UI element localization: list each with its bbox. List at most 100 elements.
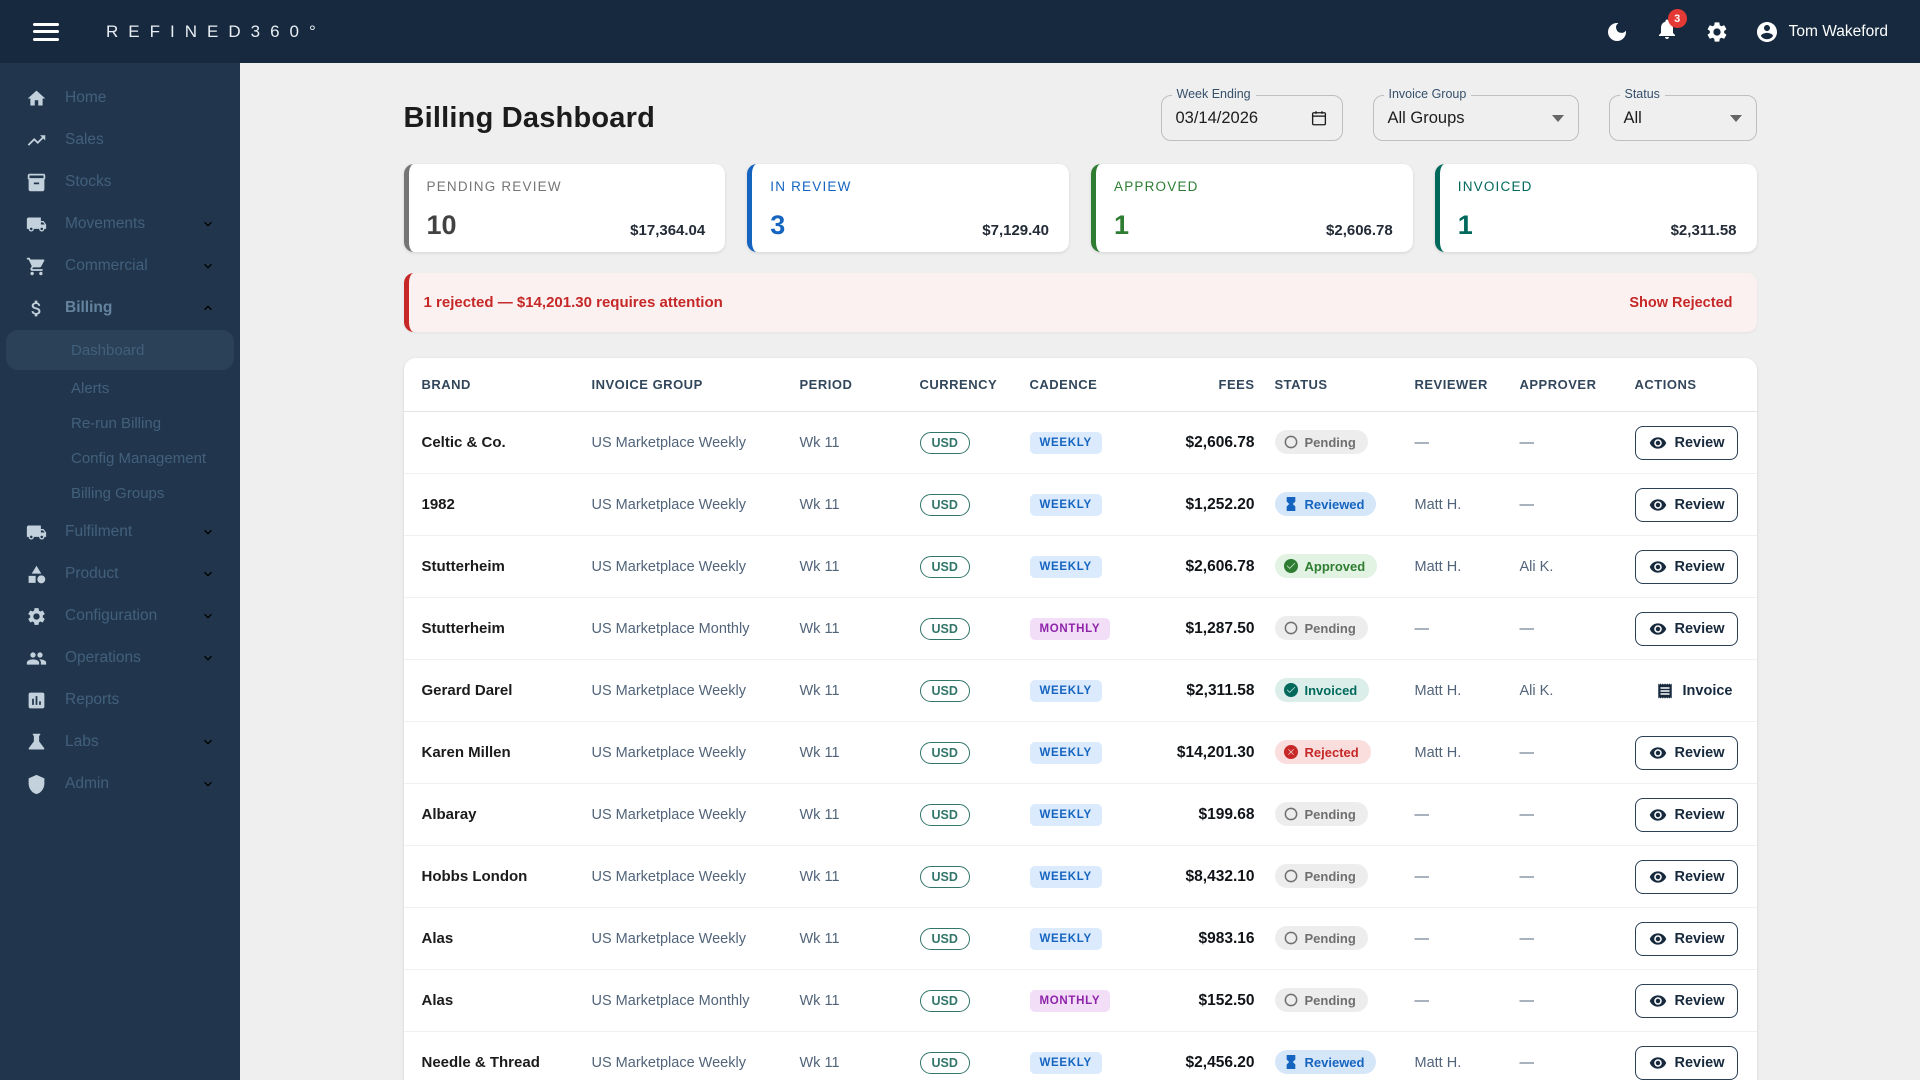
sidebar-item-label: Commercial — [65, 257, 148, 274]
sidebar-item-home[interactable]: Home — [0, 77, 240, 119]
fees-cell: $2,606.78 — [1185, 433, 1255, 451]
chevron-down-icon — [204, 613, 212, 619]
invoice-group-cell: US Marketplace Weekly — [591, 1054, 746, 1071]
sidebar-item-billing[interactable]: Billing — [0, 287, 240, 329]
sidebar-item-labs[interactable]: Labs — [0, 721, 240, 763]
period-cell: Wk 11 — [799, 496, 840, 513]
cadence-chip: MONTHLY — [1029, 989, 1111, 1012]
sidebar-subitem-label: Re-run Billing — [71, 414, 162, 432]
top-navbar: REFINED360° 3 Tom Wakeford — [0, 0, 1920, 63]
cadence-cell: WEEKLY — [1029, 865, 1155, 888]
actions-cell: Review — [1634, 921, 1745, 956]
table-row: Stutterheim US Marketplace Monthly Wk 11… — [403, 598, 1757, 660]
sidebar-item-configuration[interactable]: Configuration — [0, 595, 240, 637]
status-chip: Rejected — [1274, 740, 1371, 764]
status-cell: Pending — [1274, 864, 1415, 889]
sidebar-item-commercial[interactable]: Commercial — [0, 245, 240, 287]
invoice-group-select[interactable]: Invoice Group All Groups — [1372, 87, 1579, 141]
review-button[interactable]: Review — [1634, 983, 1739, 1018]
review-button[interactable]: Review — [1634, 487, 1739, 522]
stat-card-count: 1 — [1114, 210, 1130, 240]
brand-cell: Celtic & Co. — [421, 434, 506, 451]
status-select[interactable]: Status All — [1608, 87, 1757, 141]
cadence-chip: WEEKLY — [1029, 803, 1102, 826]
sidebar-subitem-dashboard[interactable]: Dashboard — [6, 330, 234, 370]
eye-icon — [1649, 622, 1666, 635]
sidebar-item-admin[interactable]: Admin — [0, 763, 240, 805]
table-row: Alas US Marketplace Weekly Wk 11 USD WEE… — [403, 908, 1757, 970]
bar-chart-icon — [28, 692, 45, 708]
column-header-invoice-group: INVOICE GROUP — [591, 377, 703, 392]
sidebar-item-label: Billing — [65, 299, 113, 316]
currency-chip: USD — [919, 989, 970, 1012]
sidebar-item-movements[interactable]: Movements — [0, 203, 240, 245]
approver-cell: Ali K. — [1519, 558, 1554, 575]
sidebar-subitem-re-run-billing[interactable]: Re-run Billing — [6, 406, 234, 440]
sidebar-item-label: Configuration — [65, 607, 158, 624]
review-button[interactable]: Review — [1634, 549, 1739, 584]
period-cell: Wk 11 — [799, 620, 840, 637]
currency-chip: USD — [919, 555, 970, 578]
status-cell: Pending — [1274, 430, 1415, 455]
dark-mode-moon-icon[interactable] — [1605, 20, 1629, 44]
hamburger-menu-icon[interactable] — [33, 22, 59, 41]
currency-chip: USD — [919, 493, 970, 516]
settings-gear-icon[interactable] — [1705, 20, 1729, 44]
user-menu[interactable]: Tom Wakeford — [1755, 20, 1888, 44]
pending-circle-icon — [1284, 869, 1297, 883]
invoice-button[interactable]: Invoice — [1656, 682, 1733, 700]
sidebar-item-stocks[interactable]: Stocks — [0, 161, 240, 203]
review-button[interactable]: Review — [1634, 921, 1739, 956]
period-cell: Wk 11 — [799, 558, 840, 575]
actions-cell: Review — [1634, 549, 1745, 584]
trending-up-icon — [27, 134, 46, 146]
receipt-icon — [1657, 683, 1672, 698]
eye-icon — [1649, 808, 1666, 821]
week-ending-date-input[interactable]: Week Ending 03/14/2026 — [1160, 87, 1343, 141]
actions-cell: Review — [1634, 735, 1745, 770]
chevron-down-icon — [1729, 114, 1742, 122]
sidebar-subitem-alerts[interactable]: Alerts — [6, 371, 234, 405]
table-row: Gerard Darel US Marketplace Weekly Wk 11… — [403, 660, 1757, 722]
approver-cell: — — [1519, 434, 1535, 451]
avatar-icon — [1756, 21, 1777, 42]
sidebar-item-product[interactable]: Product — [0, 553, 240, 595]
fees-cell: $8,432.10 — [1185, 867, 1255, 885]
sidebar-item-label: Movements — [65, 215, 146, 232]
approver-cell: Ali K. — [1519, 682, 1554, 699]
inventory-icon — [27, 173, 46, 191]
column-header-actions: ACTIONS — [1634, 377, 1697, 392]
show-rejected-button[interactable]: Show Rejected — [1629, 295, 1732, 311]
currency-chip: USD — [919, 1051, 970, 1074]
table-header-row: BRAND INVOICE GROUP PERIOD CURRENCY CADENCE F… — [403, 358, 1757, 412]
cadence-cell: WEEKLY — [1029, 555, 1155, 578]
notifications-bell-icon[interactable]: 3 — [1655, 9, 1687, 46]
sidebar-subitem-billing-groups[interactable]: Billing Groups — [6, 476, 234, 510]
invoice-group-cell: US Marketplace Weekly — [591, 806, 746, 823]
sidebar-item-operations[interactable]: Operations — [0, 637, 240, 679]
period-cell: Wk 11 — [799, 434, 840, 451]
stat-card-label: INVOICED — [1457, 179, 1533, 194]
review-button[interactable]: Review — [1634, 859, 1739, 894]
review-button[interactable]: Review — [1634, 735, 1739, 770]
sidebar-item-label: Home — [65, 89, 107, 106]
cadence-chip: WEEKLY — [1029, 741, 1102, 764]
sidebar-item-reports[interactable]: Reports — [0, 679, 240, 721]
sidebar-item-sales[interactable]: Sales — [0, 119, 240, 161]
status-chip: Approved — [1274, 554, 1378, 578]
cadence-chip: WEEKLY — [1029, 555, 1102, 578]
review-button[interactable]: Review — [1634, 611, 1739, 646]
review-button[interactable]: Review — [1634, 797, 1739, 832]
review-button[interactable]: Review — [1634, 425, 1739, 460]
approver-cell: — — [1519, 620, 1535, 637]
shapes-icon — [28, 565, 46, 583]
sidebar-subitem-config-management[interactable]: Config Management — [6, 441, 234, 475]
sidebar-item-fulfilment[interactable]: Fulfilment — [0, 511, 240, 553]
column-header-brand: BRAND — [421, 377, 471, 392]
reviewer-cell: Matt H. — [1414, 682, 1462, 699]
invoice-group-cell: US Marketplace Weekly — [591, 682, 746, 699]
review-button[interactable]: Review — [1634, 1045, 1739, 1080]
fees-cell: $199.68 — [1198, 805, 1255, 823]
truck-icon — [26, 525, 47, 539]
sidebar-subitem-label: Config Management — [71, 449, 207, 467]
